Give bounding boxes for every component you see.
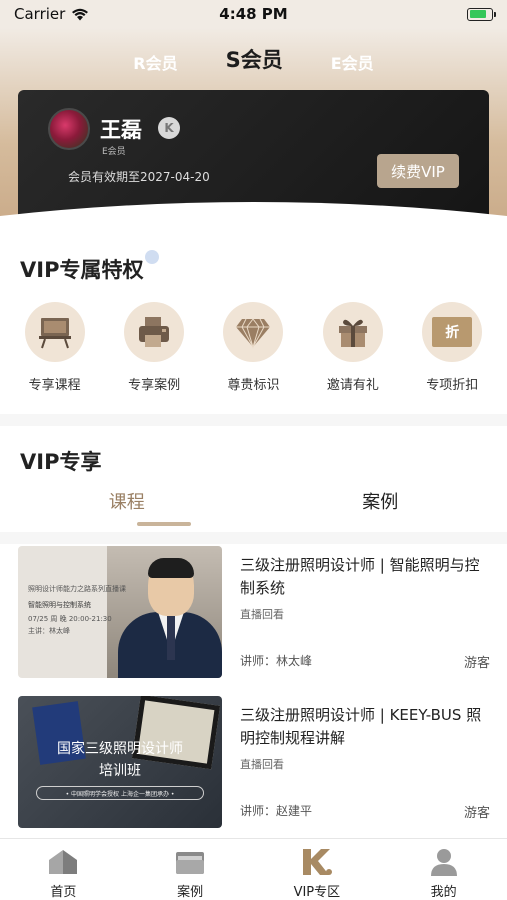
wifi-icon [72,8,89,20]
thumb-title: 培训班 [99,763,141,779]
avatar[interactable] [48,108,90,150]
privilege-title: VIP专属特权 [20,258,144,282]
status-bar: Carrier 4:48 PM [0,0,507,28]
privilege-item-badge[interactable]: 尊贵标识 [208,302,298,393]
thumb-title: 国家三级照明设计师 [57,741,183,757]
discount-icon-text: 折 [445,325,460,341]
thumb-text: 07/25 周 晚 20:00-21:30 [28,615,112,623]
course-thumbnail: 照明设计师能力之路系列直播课 智能照明与控制系统 07/25 周 晚 20:00… [18,546,222,678]
thumb-text: 智能照明与控制系统 [28,601,91,609]
tab-home[interactable]: 首页 [0,839,127,900]
course-tag: 游客 [463,656,490,671]
profile-icon [427,847,461,877]
bottom-tab-bar: 首页 案例 VIP专区 我的 [0,838,507,900]
diamond-icon [223,302,284,362]
content-tabs: 课程 案例 [0,488,507,514]
discount-icon: 折 [422,302,483,362]
tier-tab-e[interactable]: E会员 [331,50,374,74]
printer-icon [124,302,185,362]
thumb-caption: • 中国照明学会授权 上海企一集团承办 • [36,786,204,800]
divider [0,532,507,544]
course-title: 三级注册照明设计师 | 智能照明与控制系统 [240,556,480,597]
tab-vip[interactable]: VIP专区 [254,839,381,900]
tier-tab-s[interactable]: S会员 [226,44,283,74]
tier-tabs: R会员 S会员 E会员 [0,44,507,74]
tab-cases-nav[interactable]: 案例 [127,839,254,900]
decoration-dot [145,250,159,264]
privilege-section: VIP专属特权 专享课程 专享案例 尊贵标识 邀请有礼 折 专项折扣 [0,240,507,414]
gift-icon [322,302,383,362]
privilege-label: 专享案例 [128,378,181,393]
course-thumbnail: 国家三级照明设计师 培训班 • 中国照明学会授权 上海企一集团承办 • [18,696,222,828]
status-left: Carrier [14,5,89,23]
course-item[interactable]: 国家三级照明设计师 培训班 • 中国照明学会授权 上海企一集团承办 • 三级注册… [18,696,490,828]
tab-courses[interactable]: 课程 [0,488,254,514]
thumb-text: 照明设计师能力之路系列直播课 [28,585,126,593]
tab-label: VIP专区 [293,885,341,900]
member-level: E会员 [102,147,126,157]
privilege-label: 专项折扣 [426,378,479,393]
course-title: 三级注册照明设计师 | KEEY-BUS 照明控制规程讲解 [240,706,482,747]
privilege-item-discount[interactable]: 折 专项折扣 [407,302,497,393]
vip-share-title: VIP专享 [20,450,102,474]
privilege-item-invite[interactable]: 邀请有礼 [308,302,398,393]
course-item[interactable]: 照明设计师能力之路系列直播课 智能照明与控制系统 07/25 周 晚 20:00… [18,546,490,678]
tab-label: 案例 [177,885,204,900]
thumb-text: 主讲：林太峰 [28,627,70,635]
renew-vip-button[interactable]: 续费VIP [377,154,459,188]
tab-label: 首页 [50,885,77,900]
privilege-item-cases[interactable]: 专享案例 [109,302,199,393]
tab-cases[interactable]: 案例 [254,488,507,514]
expire-date: 会员有效期至2027-04-20 [68,170,210,184]
course-subtitle: 直播回看 [240,608,284,621]
battery-icon [467,7,496,21]
tab-label: 我的 [430,885,457,900]
privilege-item-courses[interactable]: 专享课程 [10,302,100,393]
tab-underline [137,522,191,526]
thumb-person-tie [167,616,175,660]
tab-mine[interactable]: 我的 [380,839,507,900]
vip-share-section: VIP专享 课程 案例 照明设计师能力之路系列直播课 智能照明与控制系统 07/… [0,426,507,838]
privilege-list: 专享课程 专享案例 尊贵标识 邀请有礼 折 专项折扣 [0,302,507,393]
course-teacher: 讲师：林太峰 [240,654,313,668]
course-teacher: 讲师：赵建平 [240,804,313,818]
member-header: R会员 S会员 E会员 王磊 K E会员 会员有效期至2027-04-20 续费… [0,28,507,246]
course-subtitle: 直播回看 [240,758,284,771]
battery-level [469,10,487,18]
privilege-label: 专享课程 [28,378,81,393]
folder-icon [173,847,207,877]
privilege-label: 邀请有礼 [326,378,379,393]
home-icon [46,847,80,877]
tier-tab-r[interactable]: R会员 [133,50,177,74]
blackboard-icon [24,302,85,362]
thumb-certificate [131,696,221,770]
carrier-label: Carrier [14,5,66,23]
thumb-person-hair [148,558,194,578]
course-tag: 游客 [463,806,490,821]
header-curve [0,202,507,246]
vip-logo-icon [300,847,334,877]
member-badge-icon: K [158,117,180,139]
privilege-label: 尊贵标识 [227,378,280,393]
user-name: 王磊 [100,118,142,142]
